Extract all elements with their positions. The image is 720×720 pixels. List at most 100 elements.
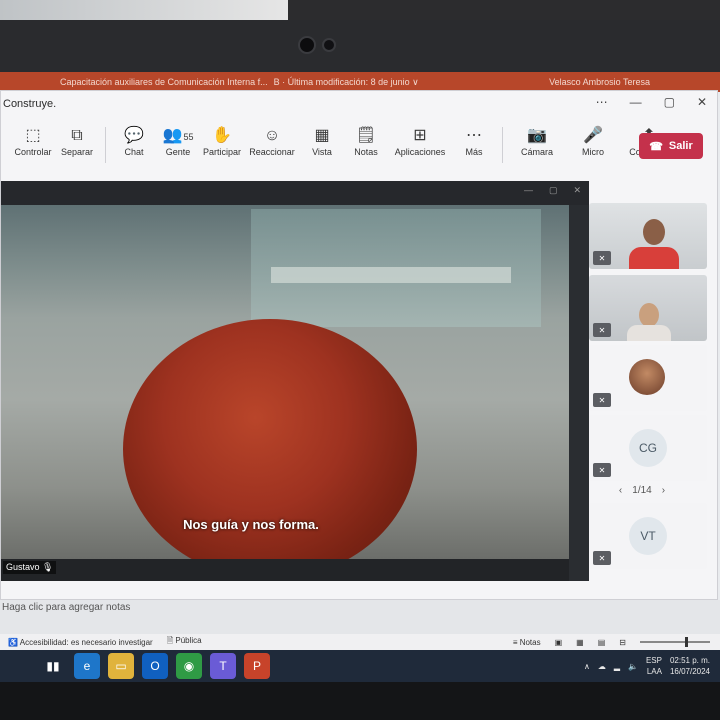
ppt-modified[interactable]: B · Última modificación: 8 de junio ∨ [274, 77, 419, 88]
chrome-icon[interactable]: ◉ [176, 653, 202, 679]
visibility-status[interactable]: 🗎 Pública [167, 635, 202, 649]
edge-icon[interactable]: e [74, 653, 100, 679]
tray-lang[interactable]: ESP LAA [646, 655, 662, 677]
notes-placeholder: Haga clic para agregar notas [2, 602, 131, 613]
stage-restore-icon[interactable]: ▢ [549, 185, 558, 196]
camera-button[interactable]: 📷 Cámara [509, 119, 565, 157]
people-button[interactable]: 👥55 Gente [156, 119, 200, 157]
mic-button[interactable]: 🎤 Micro [565, 119, 621, 157]
network-icon[interactable]: ▂ [614, 662, 620, 671]
phone-hangup-icon: ☎ [649, 140, 663, 153]
apps-label: Aplicaciones [394, 147, 446, 157]
minimize-icon[interactable]: — [630, 95, 642, 109]
maximize-icon[interactable]: ▢ [664, 95, 675, 109]
presenter-name: Gustavo [6, 562, 40, 572]
participant-tile[interactable]: ✕ [589, 203, 707, 269]
volume-icon[interactable]: 🔈 [628, 662, 638, 671]
tray-chevron-icon[interactable]: ∧ [584, 662, 590, 671]
ppt-status-bar: ♿ Accesibilidad: es necesario investigar… [0, 634, 720, 650]
zoom-thumb[interactable] [685, 637, 688, 647]
people-glyph: 👥 [162, 127, 183, 144]
camera-label: Cámara [520, 147, 553, 157]
zoom-slider[interactable] [640, 637, 710, 647]
clock-time: 02:51 p. m. [669, 656, 710, 665]
ppt-doc-title[interactable]: Capacitación auxiliares de Comunicación … [60, 77, 268, 87]
people-icon: 👥55 [163, 125, 194, 147]
participant-initials: CG [629, 429, 667, 467]
more-button[interactable]: ⋯ Más [452, 119, 496, 157]
apps-button[interactable]: ⊞ Aplicaciones [388, 119, 452, 157]
status-bar-right: ≡ Notas ▣ ▦ ▤ ⊟ [513, 637, 710, 647]
reading-view-icon[interactable]: ▤ [598, 638, 606, 647]
powerpoint-icon[interactable]: P [244, 653, 270, 679]
keyboard-layout: LAA [646, 667, 662, 676]
laptop-bezel-top [0, 0, 720, 72]
stage-minimize-icon[interactable]: — [524, 185, 533, 196]
pager-next-icon[interactable]: › [662, 485, 665, 496]
chat-button[interactable]: 💬 Chat [112, 119, 156, 157]
video-bottom-bar [1, 559, 569, 581]
camera-off-icon: 📷 [527, 127, 547, 144]
mic-muted-icon: ✕ [593, 251, 611, 265]
onedrive-icon[interactable]: ☁ [598, 662, 606, 671]
accessibility-text: Accesibilidad: es necesario investigar [19, 637, 153, 647]
view-label: Vista [312, 147, 332, 157]
view-button[interactable]: ▦ Vista [300, 119, 344, 157]
toolbar-divider [105, 127, 106, 163]
more-options-icon[interactable]: ⋯ [596, 95, 608, 109]
notes-toggle[interactable]: ≡ Notas [513, 638, 541, 647]
ppt-user-name[interactable]: Velasco Ambrosio Teresa [549, 77, 650, 87]
notes-button[interactable]: 🗒 Notas [344, 119, 388, 157]
notes-label: Notas [354, 147, 378, 157]
normal-view-icon[interactable]: ▣ [555, 638, 563, 647]
react-button[interactable]: ☺ Reaccionar [244, 119, 300, 157]
pager-prev-icon[interactable]: ‹ [619, 485, 622, 496]
popout-button[interactable]: ⧉ Separar [55, 119, 99, 157]
participant-head [639, 303, 659, 327]
hand-icon: ✋ [212, 127, 232, 144]
people-count: 55 [183, 132, 194, 142]
participant-tile[interactable]: ✕ [589, 275, 707, 341]
mic-muted-icon: ✕ [593, 323, 611, 337]
ppt-notes-pane[interactable]: Haga clic para agregar notas [0, 600, 720, 634]
laptop-bezel-bottom [0, 682, 720, 720]
webcam-sensor [322, 38, 336, 52]
ellipsis-icon: ⋯ [466, 127, 482, 144]
leave-button[interactable]: ☎ Salir [639, 133, 703, 159]
shared-content-stage[interactable]: — ▢ ✕ Nos guía y nos forma. Gustavo 🎙 [1, 181, 589, 581]
raise-hand-label: Participar [202, 147, 241, 157]
mic-label: Micro [582, 147, 604, 157]
video-subtitle: Nos guía y nos forma. [183, 517, 319, 532]
notes-icon: 🗒 [355, 127, 377, 144]
notes-toggle-icon: ≡ [512, 637, 520, 647]
tray-clock[interactable]: 02:51 p. m. 16/07/2024 [670, 655, 710, 677]
participant-tile[interactable]: CG ✕ [589, 415, 707, 481]
mic-muted-icon: 🎙 [42, 562, 54, 572]
control-button[interactable]: ⬚ Controlar [11, 119, 55, 157]
pager-count: 1/14 [632, 485, 652, 496]
participant-tile[interactable]: ✕ [589, 345, 707, 411]
file-explorer-icon[interactable]: ▭ [108, 653, 134, 679]
presenter-view-icon[interactable]: ⊟ [619, 638, 626, 647]
meeting-title: Construye. [3, 98, 57, 110]
stage-close-icon[interactable]: ✕ [573, 185, 581, 196]
presenter-name-tag: Gustavo 🎙 [3, 561, 57, 574]
control-label: Controlar [14, 147, 52, 157]
slide-sorter-icon[interactable]: ▦ [576, 638, 584, 647]
task-view-icon[interactable]: ▮▮ [40, 653, 66, 679]
popout-label: Separar [60, 147, 94, 157]
participants-panel: ✕ ✕ ✕ CG ✕ ‹ 1/14 › VT ✕ [583, 203, 711, 583]
visibility-text: Pública [175, 636, 202, 645]
accessibility-status[interactable]: ♿ Accesibilidad: es necesario investigar [8, 638, 153, 647]
powerpoint-title-bar: Capacitación auxiliares de Comunicación … [0, 72, 720, 92]
close-icon[interactable]: ✕ [697, 95, 707, 109]
chat-label: Chat [124, 147, 144, 157]
mic-muted-icon: ✕ [593, 393, 611, 407]
participant-tile[interactable]: VT ✕ [589, 503, 707, 569]
participant-body [629, 247, 679, 269]
teams-icon[interactable]: T [210, 653, 236, 679]
outlook-icon[interactable]: O [142, 653, 168, 679]
participant-initials: VT [629, 517, 667, 555]
raise-hand-button[interactable]: ✋ Participar [200, 119, 244, 157]
screen: Capacitación auxiliares de Comunicación … [0, 72, 720, 682]
